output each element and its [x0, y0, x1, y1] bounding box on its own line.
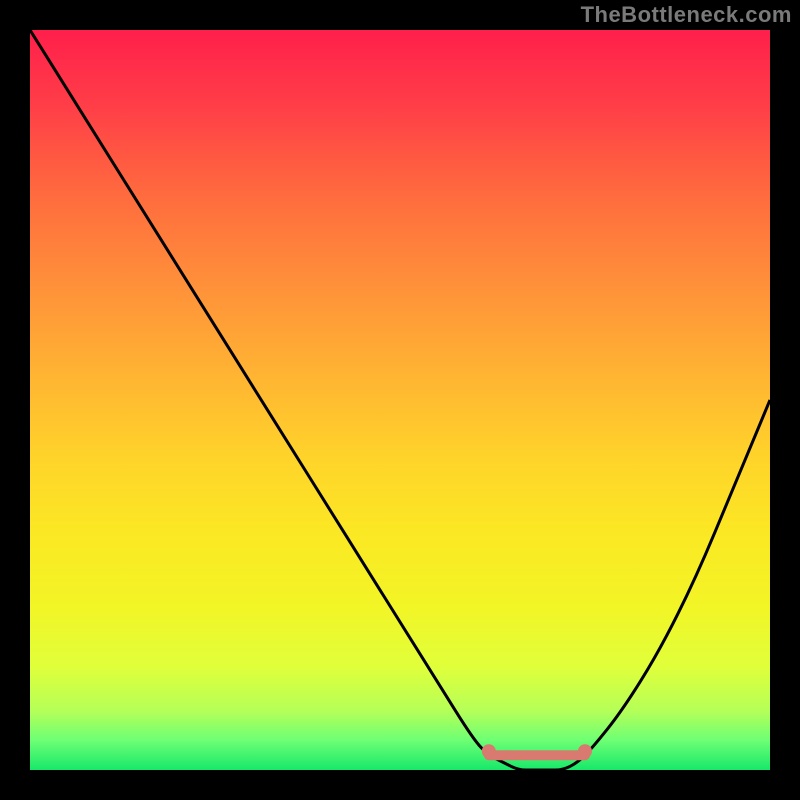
optimal-range-start-dot — [482, 744, 496, 758]
plot-area — [30, 30, 770, 770]
bottleneck-curve — [30, 30, 770, 770]
optimal-range-end-dot — [578, 744, 592, 758]
curve-line — [30, 30, 770, 770]
attribution-text: TheBottleneck.com — [581, 2, 792, 28]
chart-frame: TheBottleneck.com — [0, 0, 800, 800]
